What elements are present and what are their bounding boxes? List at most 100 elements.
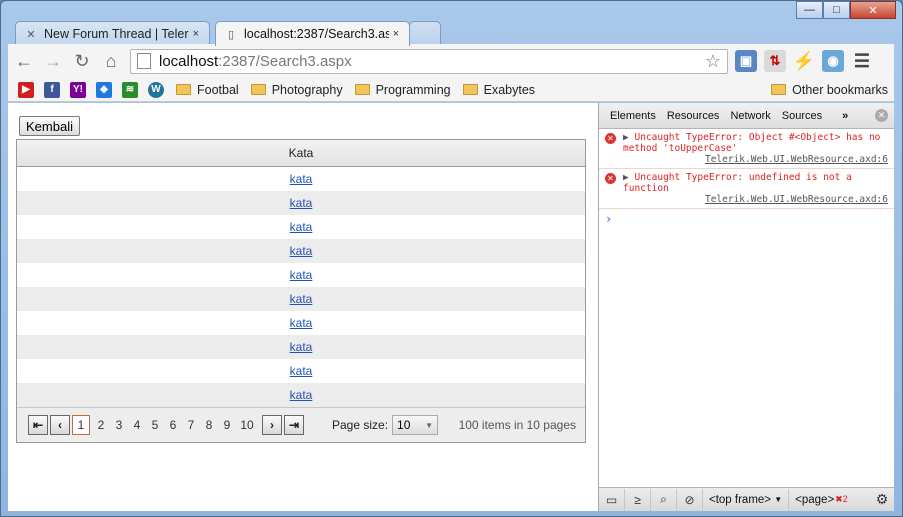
table-row: kata: [17, 239, 585, 263]
close-icon[interactable]: ✕: [875, 109, 888, 122]
table-row: kata: [17, 335, 585, 359]
page-number[interactable]: 7: [182, 415, 200, 435]
expand-triangle-icon[interactable]: ▶: [623, 172, 629, 183]
tab-resources[interactable]: Resources: [667, 110, 720, 122]
other-bookmarks-label: Other bookmarks: [792, 82, 888, 97]
kata-link[interactable]: kata: [290, 388, 313, 402]
dropbox-icon[interactable]: ◆: [96, 81, 112, 98]
tab-elements[interactable]: Elements: [610, 110, 656, 122]
error-icon: ✖: [835, 494, 843, 504]
wordpress-icon[interactable]: W: [148, 81, 164, 98]
error-icon: ✕: [605, 133, 616, 144]
bookmark-star-icon[interactable]: ☆: [705, 51, 721, 72]
console-error-text: Uncaught TypeError: Object #<Object> has…: [623, 132, 881, 154]
table-row: kata: [17, 263, 585, 287]
page-filter-select[interactable]: <page> ✖2: [789, 489, 854, 511]
last-page-button[interactable]: ⇥: [284, 415, 304, 435]
page-number[interactable]: 4: [128, 415, 146, 435]
tab-strip: ✕ New Forum Thread | Teler × ▯ localhost…: [9, 21, 889, 46]
address-bar[interactable]: localhost:2387/Search3.aspx ☆: [130, 48, 728, 74]
extension-globe-icon[interactable]: ◉: [822, 50, 844, 72]
facebook-icon[interactable]: f: [44, 81, 60, 98]
new-tab-button[interactable]: [409, 21, 441, 46]
next-page-button[interactable]: ›: [262, 415, 282, 435]
bookmark-folder[interactable]: Programming: [354, 83, 451, 97]
devtools-status-bar: ▭ ≥ ⌕ ⊘ <top frame> ▼ <page> ✖2 ⚙: [599, 487, 894, 511]
gear-icon[interactable]: ⚙: [870, 491, 894, 508]
tab-forum-thread[interactable]: ✕ New Forum Thread | Teler ×: [15, 21, 210, 46]
page-number[interactable]: 2: [92, 415, 110, 435]
clear-console-icon[interactable]: ⊘: [677, 488, 703, 511]
bookmarks-bar: ▶ f Y! ◆ ≋ W Footbal Photography Program…: [8, 78, 894, 102]
maximize-button[interactable]: □: [823, 1, 850, 19]
home-icon[interactable]: ⌂: [98, 48, 124, 74]
minimize-button[interactable]: —: [796, 1, 823, 19]
shark-icon[interactable]: ≋: [122, 81, 138, 98]
page-number[interactable]: 5: [146, 415, 164, 435]
chevron-down-icon: ▼: [774, 495, 783, 504]
frame-select-label: <top frame>: [709, 493, 772, 506]
page-number-current[interactable]: 1: [72, 415, 90, 435]
frame-select[interactable]: <top frame> ▼: [703, 488, 790, 511]
page-number[interactable]: 10: [236, 415, 258, 435]
kata-link[interactable]: kata: [290, 196, 313, 210]
close-tab-icon[interactable]: ×: [393, 28, 399, 40]
console-error-text: Uncaught TypeError: undefined is not a f…: [623, 172, 852, 194]
chevron-down-icon: ▼: [425, 420, 434, 430]
window-controls: — □ ✕: [796, 1, 896, 19]
page-number[interactable]: 3: [110, 415, 128, 435]
pager-info: 100 items in 10 pages: [458, 418, 576, 432]
forward-arrow-icon[interactable]: →: [40, 48, 66, 74]
reload-icon[interactable]: ↻: [69, 48, 95, 74]
grid-column-header[interactable]: Kata: [17, 140, 585, 167]
more-tabs-button[interactable]: »: [842, 110, 848, 122]
tab-search3[interactable]: ▯ localhost:2387/Search3.asp ×: [215, 21, 410, 46]
close-tab-icon[interactable]: ×: [193, 28, 199, 40]
extension-flash-icon[interactable]: ⚡: [793, 50, 815, 72]
kembali-button[interactable]: Kembali: [19, 116, 80, 136]
page-number[interactable]: 8: [200, 415, 218, 435]
tab-sources[interactable]: Sources: [782, 110, 822, 122]
extension-window-icon[interactable]: ▣: [735, 50, 757, 72]
table-row: kata: [17, 167, 585, 191]
yahoo-icon[interactable]: Y!: [70, 81, 86, 98]
kata-link[interactable]: kata: [290, 340, 313, 354]
devtools-panel: Elements Resources Network Sources » ✕ ✕…: [598, 103, 894, 511]
kata-link[interactable]: kata: [290, 220, 313, 234]
bookmark-folder-label: Photography: [271, 82, 343, 97]
dock-icon[interactable]: ▭: [599, 488, 625, 511]
first-page-button[interactable]: ⇤: [28, 415, 48, 435]
page-number[interactable]: 6: [164, 415, 182, 435]
table-row: kata: [17, 359, 585, 383]
kata-link[interactable]: kata: [290, 244, 313, 258]
url-path: :2387/Search3.aspx: [218, 52, 352, 70]
console-error-source[interactable]: Telerik.Web.UI.WebResource.axd:6: [623, 154, 888, 165]
folder-icon: [250, 84, 266, 95]
table-row: kata: [17, 215, 585, 239]
extension-pdf-icon[interactable]: ⇅: [764, 50, 786, 72]
bookmark-folder[interactable]: Exabytes: [462, 83, 535, 97]
expand-triangle-icon[interactable]: ▶: [623, 132, 629, 143]
page-number[interactable]: 9: [218, 415, 236, 435]
youtube-icon[interactable]: ▶: [18, 81, 34, 98]
console-error: ✕ ▶ Uncaught TypeError: Object #<Object>…: [599, 129, 894, 169]
console-error-source[interactable]: Telerik.Web.UI.WebResource.axd:6: [623, 194, 888, 205]
prev-page-button[interactable]: ‹: [50, 415, 70, 435]
kata-link[interactable]: kata: [290, 172, 313, 186]
kata-link[interactable]: kata: [290, 268, 313, 282]
kata-link[interactable]: kata: [290, 292, 313, 306]
console-prompt[interactable]: ›: [599, 209, 894, 229]
tab-network[interactable]: Network: [730, 110, 770, 122]
other-bookmarks[interactable]: Other bookmarks: [771, 83, 888, 97]
folder-icon: [771, 84, 787, 95]
bookmark-folder[interactable]: Photography: [250, 82, 343, 97]
console-toggle-icon[interactable]: ≥: [625, 488, 651, 511]
menu-icon[interactable]: ☰: [851, 50, 873, 72]
page-size-select[interactable]: 10 ▼: [392, 415, 439, 435]
kata-link[interactable]: kata: [290, 364, 313, 378]
search-icon[interactable]: ⌕: [651, 488, 677, 511]
kata-link[interactable]: kata: [290, 316, 313, 330]
close-window-button[interactable]: ✕: [850, 1, 896, 19]
bookmark-folder[interactable]: Footbal: [176, 83, 239, 97]
back-arrow-icon[interactable]: ←: [11, 48, 37, 74]
